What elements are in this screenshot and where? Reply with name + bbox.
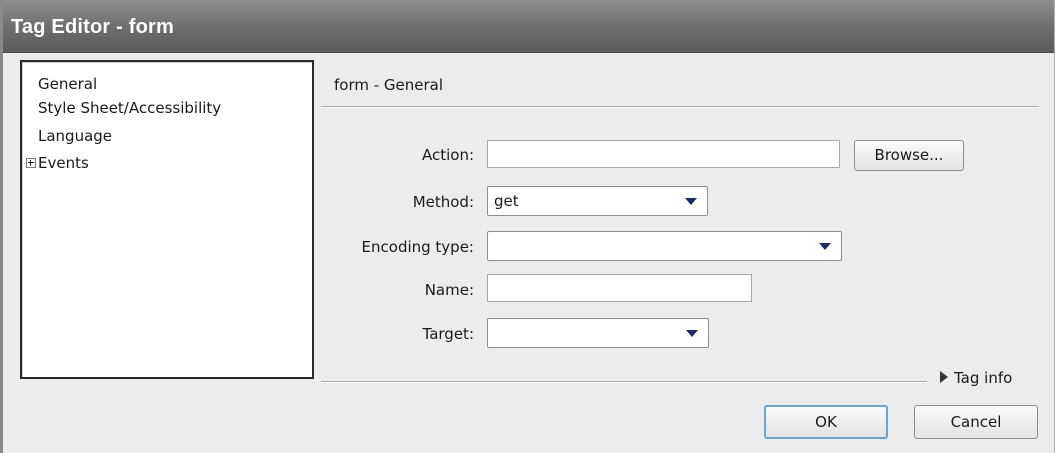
ok-button[interactable]: OK — [764, 405, 888, 439]
name-input[interactable] — [487, 274, 752, 302]
tree-item-style-sheet-accessibility[interactable]: Style Sheet/Accessibility — [38, 96, 221, 120]
browse-button[interactable]: Browse... — [854, 140, 964, 171]
title-bar[interactable]: Tag Editor - form — [3, 0, 1054, 53]
category-tree[interactable]: General Style Sheet/Accessibility Langua… — [20, 60, 314, 379]
chevron-down-icon — [819, 243, 831, 250]
tag-editor-dialog: Tag Editor - form General Style Sheet/Ac… — [0, 0, 1055, 453]
action-input[interactable] — [487, 140, 840, 168]
tree-item-language[interactable]: Language — [38, 124, 112, 148]
name-label: Name: — [424, 281, 474, 299]
tag-info-divider — [321, 381, 927, 383]
triangle-right-icon — [940, 371, 948, 383]
method-label: Method: — [412, 193, 474, 211]
method-select[interactable]: get — [487, 186, 708, 216]
target-select[interactable] — [487, 318, 709, 348]
encoding-type-select[interactable] — [487, 231, 842, 261]
encoding-type-label: Encoding type: — [361, 238, 474, 256]
chevron-down-icon — [686, 330, 698, 337]
chevron-down-icon — [685, 198, 697, 205]
window-title: Tag Editor - form — [11, 16, 175, 38]
section-title: form - General — [334, 76, 444, 94]
target-label: Target: — [422, 325, 474, 343]
action-label: Action: — [421, 146, 474, 164]
section-divider — [321, 106, 1039, 108]
tree-item-events[interactable]: Events — [38, 151, 89, 175]
plus-icon[interactable] — [26, 158, 36, 168]
tag-info-label: Tag info — [954, 369, 1013, 387]
tag-info-toggle[interactable]: Tag info — [940, 369, 1012, 387]
method-value: get — [494, 192, 519, 210]
tree-item-general[interactable]: General — [38, 72, 97, 96]
cancel-button[interactable]: Cancel — [914, 405, 1038, 439]
